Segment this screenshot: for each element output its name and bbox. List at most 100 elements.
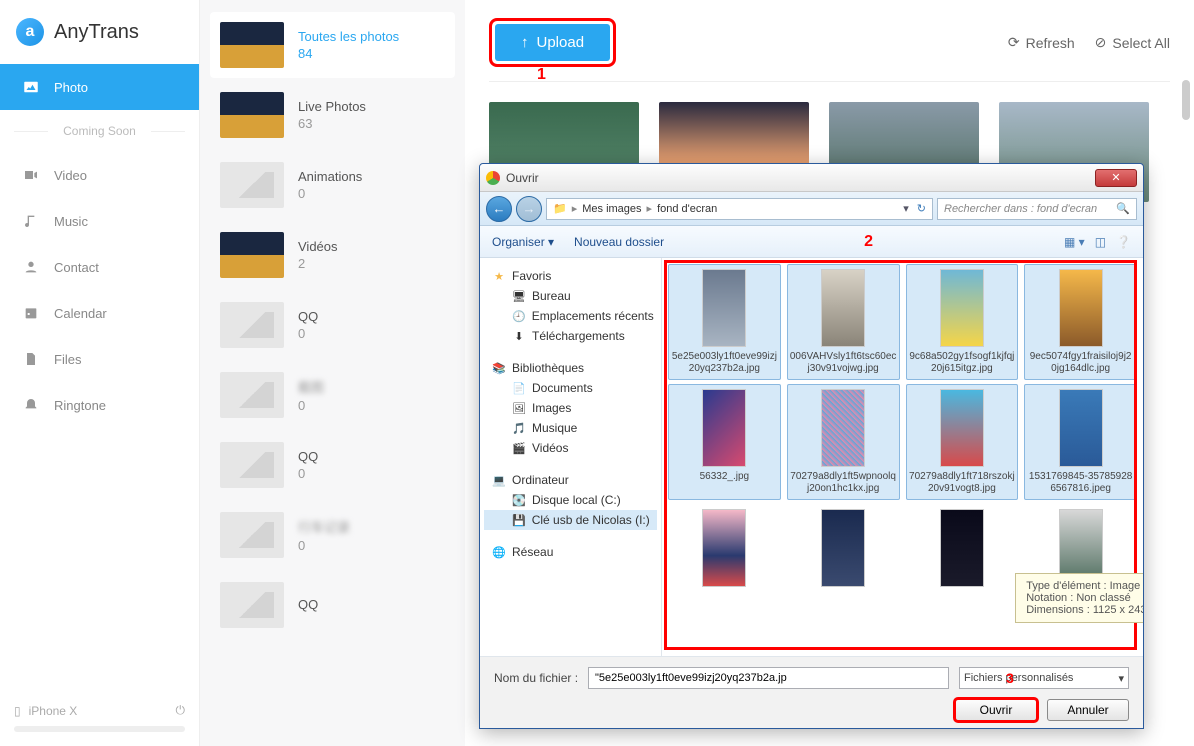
chrome-icon: [486, 171, 500, 185]
album-item[interactable]: 截图0: [210, 362, 455, 428]
file-thumb: [940, 509, 984, 587]
step1-highlight: ↑ Upload: [489, 18, 616, 67]
folder-tree[interactable]: ★Favoris 🖥Bureau 🕘Emplacements récents ⬇…: [480, 258, 662, 656]
album-name: Live Photos: [298, 99, 366, 114]
refresh-icon[interactable]: ↻: [917, 202, 926, 215]
forward-button[interactable]: →: [516, 196, 542, 222]
video-icon: [22, 166, 40, 184]
nav-contact[interactable]: Contact: [0, 244, 199, 290]
usb-icon: 💾: [512, 513, 526, 527]
step1-label: 1: [537, 66, 546, 84]
album-item[interactable]: QQ0: [210, 292, 455, 358]
tree-disk-c[interactable]: 💽Disque local (C:): [484, 490, 657, 510]
upload-icon: ↑: [521, 34, 529, 51]
tree-usb[interactable]: 💾Clé usb de Nicolas (I:): [484, 510, 657, 530]
chevron-down-icon[interactable]: ▾: [903, 202, 909, 215]
file-grid[interactable]: 5e25e003ly1ft0eve99izj20yq237b2a.jpg 006V…: [662, 258, 1143, 656]
album-thumb: [220, 512, 284, 558]
file-item[interactable]: [906, 504, 1019, 596]
file-item[interactable]: 56332_.jpg: [668, 384, 781, 500]
refresh-button[interactable]: ⟳Refresh: [1008, 34, 1075, 51]
album-item[interactable]: Vidéos2: [210, 222, 455, 288]
tree-documents[interactable]: 📄Documents: [484, 378, 657, 398]
scrollbar-thumb[interactable]: [1182, 80, 1190, 120]
filetype-select[interactable]: Fichiers personnalisés3 ▾: [959, 667, 1129, 689]
contact-icon: [22, 258, 40, 276]
nav-music[interactable]: Music: [0, 198, 199, 244]
file-item[interactable]: 9c68a502gy1fsogf1kjfqj20j615itgz.jpg: [906, 264, 1019, 380]
file-name: 1531769845-357859286567816.jpeg: [1027, 471, 1134, 495]
tree-favorites[interactable]: ★Favoris: [484, 266, 657, 286]
files-icon: [22, 350, 40, 368]
file-item[interactable]: 006VAHVsly1ft6tsc60ecj30v91vojwg.jpg: [787, 264, 900, 380]
album-name: QQ: [298, 449, 318, 464]
album-thumb: [220, 92, 284, 138]
album-item[interactable]: Live Photos63: [210, 82, 455, 148]
filename-input[interactable]: [588, 667, 949, 689]
nav-calendar[interactable]: Calendar: [0, 290, 199, 336]
file-item[interactable]: [787, 504, 900, 596]
album-count: 0: [298, 326, 318, 341]
breadcrumb[interactable]: 📁 ▸ Mes images ▸ fond d'ecran ▾ ↻: [546, 198, 933, 220]
album-count: 0: [298, 398, 324, 413]
search-icon: 🔍: [1116, 202, 1130, 215]
calendar-icon: [22, 304, 40, 322]
nav-files[interactable]: Files: [0, 336, 199, 382]
file-item[interactable]: 1531769845-357859286567816.jpeg: [1024, 384, 1137, 500]
sidebar: a AnyTrans Photo Coming Soon Video Music…: [0, 0, 200, 746]
file-name: 006VAHVsly1ft6tsc60ecj30v91vojwg.jpg: [790, 351, 897, 375]
nav-video[interactable]: Video: [0, 152, 199, 198]
tree-music[interactable]: 🎵Musique: [484, 418, 657, 438]
open-button[interactable]: Ouvrir: [955, 699, 1037, 721]
tree-libraries[interactable]: 📚Bibliothèques: [484, 358, 657, 378]
new-folder-button[interactable]: Nouveau dossier: [574, 235, 664, 249]
toolbar: ↑ Upload 1 ⟳Refresh ⊘Select All: [489, 18, 1170, 82]
file-item[interactable]: 70279a8dly1ft718rszokj20v91vogt8.jpg: [906, 384, 1019, 500]
album-item[interactable]: QQ: [210, 572, 455, 638]
dialog-titlebar[interactable]: Ouvrir ✕: [480, 164, 1143, 192]
cancel-button[interactable]: Annuler: [1047, 699, 1129, 721]
file-item[interactable]: 5e25e003ly1ft0eve99izj20yq237b2a.jpg: [668, 264, 781, 380]
chevron-down-icon: ▾: [1118, 672, 1124, 685]
organize-menu[interactable]: Organiser ▾: [492, 235, 554, 249]
file-name: 70279a8dly1ft5wpnoolqj20on1hc1kx.jpg: [790, 471, 897, 495]
nav-ringtone[interactable]: Ringtone: [0, 382, 199, 428]
phone-icon: ▯: [14, 704, 21, 718]
album-item[interactable]: Toutes les photos 84: [210, 12, 455, 78]
preview-pane-button[interactable]: ◫: [1095, 235, 1106, 249]
album-count: 84: [298, 46, 399, 61]
tree-downloads[interactable]: ⬇Téléchargements: [484, 326, 657, 346]
album-name: Animations: [298, 169, 362, 184]
tree-recent[interactable]: 🕘Emplacements récents: [484, 306, 657, 326]
back-button[interactable]: ←: [486, 196, 512, 222]
select-all-button[interactable]: ⊘Select All: [1095, 34, 1170, 51]
album-item[interactable]: QQ0: [210, 432, 455, 498]
disk-icon: 💽: [512, 493, 526, 507]
tree-computer[interactable]: 💻Ordinateur: [484, 470, 657, 490]
coming-soon-divider: Coming Soon: [0, 110, 199, 152]
power-icon[interactable]: ⏻: [176, 703, 186, 718]
file-item[interactable]: 70279a8dly1ft5wpnoolqj20on1hc1kx.jpg: [787, 384, 900, 500]
album-thumb: [220, 232, 284, 278]
file-item[interactable]: [668, 504, 781, 596]
album-item[interactable]: 行车记录0: [210, 502, 455, 568]
nav-photo[interactable]: Photo: [0, 64, 199, 110]
doc-icon: 📄: [512, 381, 526, 395]
album-name: QQ: [298, 597, 318, 612]
file-name: 56332_.jpg: [671, 471, 778, 483]
upload-button[interactable]: ↑ Upload: [495, 24, 610, 61]
album-name: Toutes les photos: [298, 29, 399, 44]
step2-label: 2: [864, 233, 873, 251]
help-button[interactable]: ❔: [1116, 235, 1131, 249]
tree-videos[interactable]: 🎬Vidéos: [484, 438, 657, 458]
tree-desktop[interactable]: 🖥Bureau: [484, 286, 657, 306]
dialog-footer: Nom du fichier : Fichiers personnalisés3…: [480, 656, 1143, 728]
view-menu[interactable]: ▦ ▾: [1064, 235, 1085, 249]
close-button[interactable]: ✕: [1095, 169, 1137, 187]
album-count: 0: [298, 538, 350, 553]
file-item[interactable]: 9ec5074fgy1fraisiloj9j20jg164dlc.jpg: [1024, 264, 1137, 380]
tree-network[interactable]: 🌐Réseau: [484, 542, 657, 562]
album-item[interactable]: Animations0: [210, 152, 455, 218]
search-input[interactable]: Rechercher dans : fond d'ecran 🔍: [937, 198, 1137, 220]
tree-images[interactable]: 🖼Images: [484, 398, 657, 418]
